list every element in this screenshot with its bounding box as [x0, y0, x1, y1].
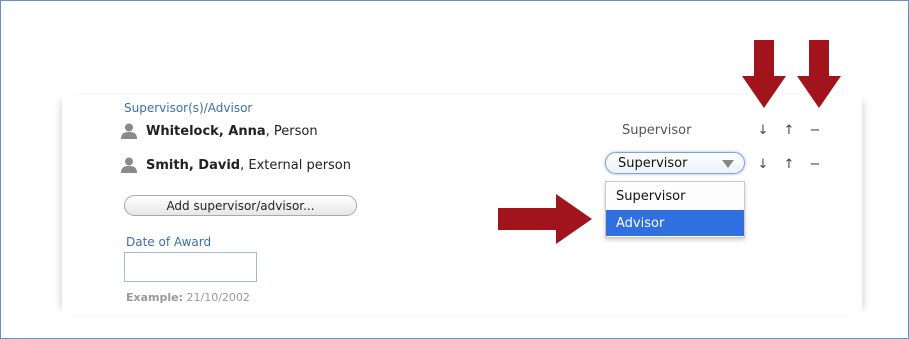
add-supervisor-button[interactable]: Add supervisor/advisor...	[124, 195, 357, 216]
role-dropdown-list: Supervisor Advisor	[605, 181, 745, 238]
date-of-award-label: Date of Award	[126, 235, 212, 249]
date-of-award-input[interactable]	[124, 252, 257, 282]
move-down-button[interactable]: ↓	[756, 123, 770, 138]
annotation-arrow-down-icon	[797, 40, 841, 108]
person-icon	[120, 123, 138, 139]
dropdown-option-supervisor[interactable]: Supervisor	[606, 183, 744, 209]
person-icon	[120, 157, 138, 173]
role-select[interactable]: Supervisor	[605, 152, 745, 174]
supervisors-section-label: Supervisor(s)/Advisor	[124, 101, 253, 115]
role-label: Supervisor	[622, 123, 692, 138]
remove-button[interactable]: −	[808, 157, 822, 172]
person-type: , Person	[265, 123, 318, 139]
date-example-hint: Example: 21/10/2002	[126, 291, 250, 304]
supervisor-row-whitelock: Whitelock, Anna , Person	[120, 122, 318, 140]
annotation-arrow-right-icon	[498, 194, 592, 244]
person-name: Whitelock, Anna	[146, 123, 266, 139]
move-up-button[interactable]: ↑	[782, 157, 796, 172]
move-down-button[interactable]: ↓	[756, 157, 770, 172]
example-value: 21/10/2002	[183, 291, 250, 304]
supervisor-row-smith: Smith, David , External person	[120, 156, 351, 174]
example-key: Example:	[126, 291, 183, 304]
role-select-value: Supervisor	[618, 155, 688, 171]
person-type: , External person	[240, 157, 352, 173]
person-name: Smith, David	[146, 157, 241, 173]
chevron-down-icon	[722, 160, 734, 168]
annotation-arrow-down-icon	[742, 40, 786, 108]
remove-button[interactable]: −	[808, 123, 822, 138]
dropdown-option-advisor[interactable]: Advisor	[606, 210, 744, 236]
move-up-button[interactable]: ↑	[782, 123, 796, 138]
